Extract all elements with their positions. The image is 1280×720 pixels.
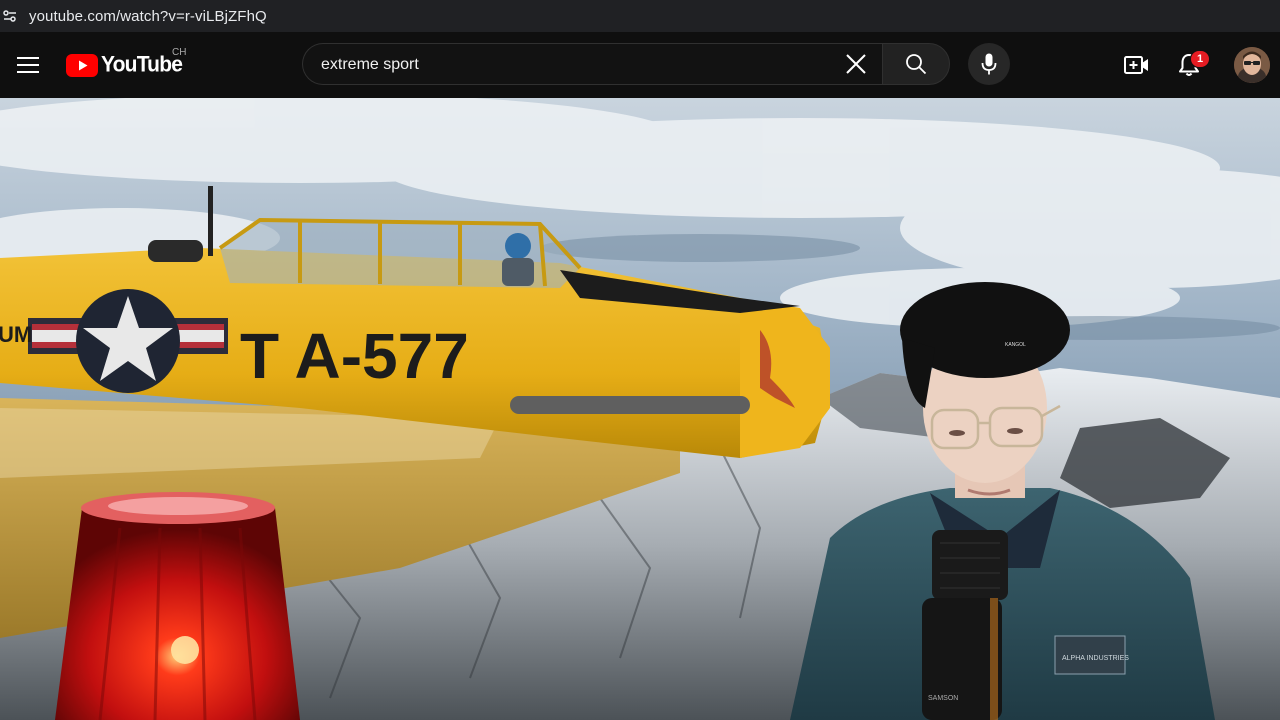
search-button[interactable] bbox=[882, 43, 950, 85]
browser-url-bar[interactable]: youtube.com/watch?v=r-viLBjZFhQ bbox=[0, 0, 1280, 32]
site-settings-icon[interactable] bbox=[2, 8, 18, 24]
url-text[interactable]: youtube.com/watch?v=r-viLBjZFhQ bbox=[29, 8, 267, 25]
country-code: CH bbox=[172, 47, 187, 58]
video-add-icon bbox=[1124, 56, 1148, 74]
plane-marking: T A-577 bbox=[240, 320, 469, 392]
account-avatar[interactable] bbox=[1234, 47, 1270, 83]
youtube-logo[interactable]: YouTube bbox=[66, 52, 183, 78]
notification-badge: 1 bbox=[1190, 50, 1210, 68]
mic-brand: SAMSON bbox=[928, 695, 958, 702]
video-frame: T A-577 UM KANGOL ALPHA INDUSTRIES SAMSO… bbox=[0, 98, 1280, 720]
youtube-header: YouTube CH extreme sport 1 bbox=[0, 32, 1280, 98]
plane-side-text: UM bbox=[0, 322, 32, 347]
microphone-icon bbox=[981, 53, 997, 75]
avatar-image bbox=[1234, 47, 1270, 83]
create-button[interactable] bbox=[1120, 48, 1154, 82]
cap-logo: KANGOL bbox=[1005, 342, 1026, 348]
search-input[interactable] bbox=[319, 44, 823, 86]
search-box[interactable] bbox=[302, 43, 882, 86]
close-icon bbox=[846, 54, 866, 74]
search-icon bbox=[906, 54, 927, 75]
clear-search-button[interactable] bbox=[841, 49, 871, 79]
voice-search-button[interactable] bbox=[968, 43, 1010, 85]
youtube-play-icon bbox=[66, 53, 98, 77]
hamburger-menu-icon bbox=[17, 57, 39, 73]
video-player[interactable]: T A-577 UM KANGOL ALPHA INDUSTRIES SAMSO… bbox=[0, 98, 1280, 720]
logo-text: YouTube bbox=[101, 52, 183, 77]
guide-menu-button[interactable] bbox=[12, 49, 44, 81]
jacket-patch: ALPHA INDUSTRIES bbox=[1062, 655, 1129, 662]
